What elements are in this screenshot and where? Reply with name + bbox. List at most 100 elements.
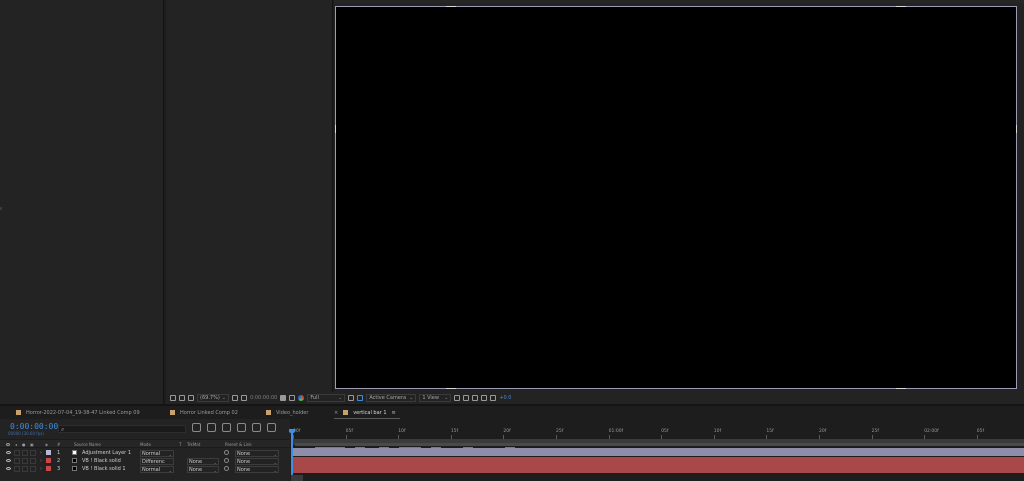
- timeline-scrollbar-thumb[interactable]: [291, 475, 303, 481]
- expand-caret-icon[interactable]: ›: [40, 458, 42, 464]
- parent-dropdown[interactable]: None ⌄: [235, 449, 279, 457]
- current-time-display[interactable]: 0:00:00:00: [10, 422, 58, 431]
- parent-dropdown[interactable]: None ⌄: [235, 465, 279, 473]
- eye-icon[interactable]: [6, 467, 11, 470]
- expand-caret-icon[interactable]: ›: [40, 466, 42, 472]
- timeline-tabs: Horror-2022-07-04_19-38-47 Linked Comp 0…: [0, 406, 1024, 419]
- reset-exposure-icon[interactable]: [490, 395, 497, 401]
- camera-dropdown[interactable]: Active Camera ⌄: [366, 394, 417, 402]
- audio-toggle[interactable]: [14, 466, 20, 472]
- close-tab-icon[interactable]: ×: [334, 410, 338, 416]
- graph-editor-icon[interactable]: [267, 423, 276, 432]
- mode-value: Normal: [142, 450, 161, 457]
- panel-resize-handle[interactable]: [0, 207, 2, 210]
- layer-bar-solid[interactable]: [293, 457, 1024, 465]
- effects-panel: [166, 0, 333, 404]
- lock-toggle[interactable]: [30, 458, 36, 464]
- shy-layers-icon[interactable]: [222, 423, 231, 432]
- timeline-icon[interactable]: [472, 395, 479, 401]
- source-swatch: [72, 458, 77, 463]
- timeline-graph[interactable]: 00f 05f 10f 15f 20f 25f 01:00f 05f 10f 15f 20f 25f 0…: [289, 419, 1024, 481]
- chevron-down-icon: ⌄: [213, 467, 217, 473]
- transparency-grid-icon[interactable]: [357, 395, 364, 401]
- tab-horror-linked-comp-09[interactable]: Horror-2022-07-04_19-38-47 Linked Comp 0…: [0, 406, 166, 419]
- grid-icon[interactable]: [232, 395, 238, 401]
- pick-whip-icon[interactable]: [224, 458, 229, 463]
- expand-caret-icon[interactable]: ›: [40, 450, 42, 456]
- cache-indicator: [505, 447, 515, 448]
- tab-video-holder[interactable]: Video_holder: [262, 406, 334, 419]
- layer-row[interactable]: › 3 VB ! Black solid 1 Normal ⌄ None ⌄ Non…: [0, 465, 290, 473]
- layer-bar-adjustment[interactable]: [293, 448, 1024, 456]
- exposure-value[interactable]: +0.0: [499, 395, 511, 401]
- region-of-interest-icon[interactable]: [348, 395, 355, 401]
- audio-toggle[interactable]: [14, 458, 20, 464]
- tab-label: Horror Linked Comp 02: [180, 409, 238, 416]
- work-area-range[interactable]: [295, 443, 1024, 446]
- ruler-tick: 05f: [345, 429, 353, 439]
- time-ruler[interactable]: 00f 05f 10f 15f 20f 25f 01:00f 05f 10f 15f 20f 25f 0…: [291, 423, 1024, 439]
- mask-visibility-icon[interactable]: [241, 395, 247, 401]
- tab-horror-linked-comp-02[interactable]: Horror Linked Comp 02: [166, 406, 262, 419]
- show-snapshot-icon[interactable]: [289, 395, 296, 401]
- toggle-pixel-aspect-icon[interactable]: [454, 395, 461, 401]
- layer-name[interactable]: VB ! Black solid: [82, 458, 121, 464]
- cache-indicator: [355, 447, 365, 448]
- magnification-dropdown[interactable]: (69.7%) ⌄: [197, 394, 229, 402]
- mode-value: Differenc: [142, 458, 165, 465]
- eye-icon: [6, 443, 10, 446]
- ruler-tick: 20f: [819, 429, 827, 439]
- layer-name[interactable]: Adjustment Layer 1: [82, 450, 131, 456]
- pick-whip-icon[interactable]: [224, 466, 229, 471]
- resolution-dropdown[interactable]: Full ⌄: [307, 394, 346, 402]
- pick-whip-icon[interactable]: [224, 450, 229, 455]
- panel-menu-icon[interactable]: ≡: [392, 410, 396, 416]
- parent-dropdown[interactable]: None ⌄: [235, 457, 279, 465]
- col-hash: #: [57, 442, 61, 447]
- layer-row[interactable]: › 2 VB ! Black solid Differenc None ⌄ Non…: [0, 457, 290, 465]
- motion-blur-icon[interactable]: [252, 423, 261, 432]
- solo-toggle[interactable]: [22, 458, 28, 464]
- track-matte-dropdown[interactable]: None ⌄: [187, 457, 219, 465]
- composition-canvas[interactable]: [335, 6, 1017, 389]
- eye-icon[interactable]: [6, 451, 11, 454]
- track-divider: [293, 456, 1024, 457]
- chevron-down-icon: ⌄: [168, 451, 172, 457]
- timeline-switches: [192, 423, 276, 432]
- views-dropdown[interactable]: 1 View ⌄: [419, 394, 452, 402]
- label-color[interactable]: [46, 458, 51, 463]
- col-source-name[interactable]: Source Name: [74, 442, 101, 447]
- lock-toggle[interactable]: [30, 466, 36, 472]
- lock-icon: ▣: [30, 442, 34, 447]
- eye-icon[interactable]: [6, 459, 11, 462]
- draft-3d-icon[interactable]: [207, 423, 216, 432]
- audio-toggle[interactable]: [14, 450, 20, 456]
- viewer-timecode[interactable]: 0:00:00:00: [250, 395, 277, 401]
- vr-goggles-icon[interactable]: [188, 395, 194, 401]
- frame-blending-icon[interactable]: [237, 423, 246, 432]
- chevron-down-icon: ⌄: [168, 467, 172, 473]
- label-color[interactable]: [46, 466, 51, 471]
- blend-mode-dropdown[interactable]: Normal ⌄: [140, 465, 174, 473]
- cache-indicator: [399, 447, 421, 448]
- track-matte-dropdown[interactable]: None ⌄: [187, 465, 219, 473]
- blend-mode-dropdown[interactable]: Normal ⌄: [140, 449, 174, 457]
- monitor-icon[interactable]: [179, 395, 185, 401]
- solo-toggle[interactable]: [22, 466, 28, 472]
- current-time-indicator[interactable]: [291, 429, 293, 481]
- layer-bar-solid[interactable]: [293, 465, 1024, 473]
- layer-name[interactable]: VB ! Black solid 1: [82, 466, 126, 472]
- label-color[interactable]: [46, 450, 51, 455]
- layer-row[interactable]: › 1 Adjustment Layer 1 Normal ⌄ None ⌄: [0, 449, 290, 457]
- ruler-tick: 20f: [503, 429, 511, 439]
- solo-toggle[interactable]: [22, 450, 28, 456]
- channel-rgb-icon[interactable]: [298, 395, 305, 401]
- comp-mini-flowchart-icon[interactable]: [192, 423, 201, 432]
- blend-mode-dropdown[interactable]: Differenc: [140, 457, 174, 465]
- lock-toggle[interactable]: [30, 450, 36, 456]
- always-preview-icon[interactable]: [170, 395, 176, 401]
- fast-previews-icon[interactable]: [463, 395, 470, 401]
- comp-flowchart-icon[interactable]: [481, 395, 488, 401]
- snapshot-camera-icon[interactable]: [280, 395, 287, 401]
- layer-search-input[interactable]: ⌕: [58, 425, 186, 433]
